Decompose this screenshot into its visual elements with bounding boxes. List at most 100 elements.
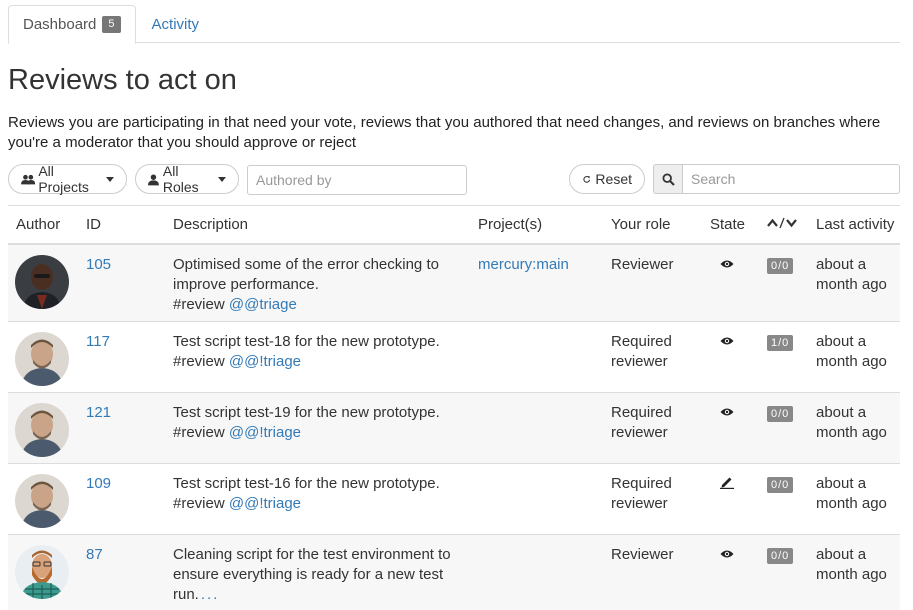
review-id-link[interactable]: 117 <box>86 333 110 350</box>
author-cell <box>8 244 78 322</box>
review-id-link[interactable]: 109 <box>86 475 111 492</box>
votes-badge: 0/0 <box>767 406 794 422</box>
role-cell: Reviewer <box>603 535 702 610</box>
description-text: Test script test-16 for the new prototyp… <box>173 475 440 492</box>
last-activity-cell: about a month ago <box>808 393 900 464</box>
table-row[interactable]: 121 Test script test-19 for the new prot… <box>8 392 900 464</box>
page-title: Reviews to act on <box>8 64 237 96</box>
mention-link[interactable]: @@triage <box>229 296 297 313</box>
reviews-table: Author ID Description Project(s) Your ro… <box>8 205 900 610</box>
role-text: reviewer <box>611 495 668 512</box>
roles-filter-button[interactable]: All Roles <box>135 163 239 195</box>
review-id-link[interactable]: 87 <box>86 546 103 563</box>
activity-text: month ago <box>816 495 887 512</box>
description-text: run. <box>173 586 199 603</box>
description-cell: Test script test-18 for the new prototyp… <box>165 322 470 393</box>
description-text: Test script test-19 for the new prototyp… <box>173 404 440 421</box>
review-tag: #review <box>173 424 225 441</box>
activity-text: about a <box>816 255 867 273</box>
table-header-row: Author ID Description Project(s) Your ro… <box>8 205 900 245</box>
description-text: Test script test-18 for the new prototyp… <box>173 333 440 350</box>
votes-badge: 0/0 <box>767 257 794 274</box>
description-cell: Test script test-19 for the new prototyp… <box>165 393 470 464</box>
column-header-votes[interactable] <box>759 205 808 245</box>
description-text: Optimised some of the error checking to <box>173 255 439 273</box>
activity-text: about a <box>816 333 867 350</box>
chevron-down-icon <box>106 176 114 182</box>
table-row[interactable]: 105 Optimised some of the error checking… <box>8 243 900 322</box>
role-text: Required <box>611 475 672 492</box>
role-text: reviewer <box>611 424 668 441</box>
activity-text: about a <box>816 475 867 492</box>
eye-icon <box>720 260 734 267</box>
votes-badge: 1/0 <box>767 335 794 351</box>
search-placeholder: Search <box>691 171 736 187</box>
tab-bar: Dashboard 5 Activity <box>8 5 900 44</box>
table-row[interactable]: 117 Test script test-18 for the new prot… <box>8 321 900 393</box>
column-header-state[interactable]: State <box>702 205 759 245</box>
tab-dashboard[interactable]: Dashboard 5 <box>8 5 136 44</box>
project-cell <box>470 393 603 464</box>
avatar[interactable] <box>15 403 69 457</box>
table-row[interactable]: 87 Cleaning script for the test environm… <box>8 534 900 610</box>
column-header-last-activity[interactable]: Last activity <box>808 205 900 245</box>
expand-description-link[interactable]: ... <box>201 586 220 603</box>
avatar[interactable] <box>15 332 69 386</box>
role-text: reviewer <box>611 353 668 370</box>
dashboard-count-badge: 5 <box>102 16 121 33</box>
author-cell <box>8 464 78 535</box>
pencil-icon <box>720 477 734 489</box>
mention-link[interactable]: @@!triage <box>229 424 301 441</box>
reset-button[interactable]: Reset <box>569 164 645 194</box>
role-cell: Required reviewer <box>603 393 702 464</box>
project-link[interactable]: mercury:main <box>478 256 569 273</box>
role-cell: Reviewer <box>603 244 702 322</box>
author-cell <box>8 535 78 610</box>
tab-activity[interactable]: Activity <box>138 5 214 43</box>
search-addon <box>653 164 683 194</box>
review-tag: #review <box>173 295 225 313</box>
mention-link[interactable]: @@!triage <box>229 353 301 370</box>
search-input[interactable]: Search <box>682 164 900 194</box>
review-id-link[interactable]: 105 <box>86 256 111 273</box>
description-text: ensure everything is ready for a new tes… <box>173 566 444 583</box>
authored-by-placeholder: Authored by <box>256 172 332 188</box>
column-header-description[interactable]: Description <box>165 205 470 245</box>
column-header-author[interactable]: Author <box>8 205 78 245</box>
refresh-icon <box>583 175 591 183</box>
authored-by-input[interactable]: Authored by <box>247 165 467 195</box>
eye-icon <box>720 337 734 345</box>
last-activity-cell: about a month ago <box>808 464 900 535</box>
column-header-role[interactable]: Your role <box>603 205 702 245</box>
last-activity-cell: about a month ago <box>808 535 900 610</box>
chevron-down-icon <box>218 176 226 182</box>
review-tag: #review <box>173 495 225 512</box>
review-tag: #review <box>173 353 225 370</box>
mention-link[interactable]: @@!triage <box>229 495 301 512</box>
vote-up-down-icon <box>767 217 797 228</box>
avatar[interactable] <box>15 545 69 599</box>
projects-filter-label: All Projects <box>38 163 89 195</box>
role-text: Reviewer <box>611 546 674 563</box>
page-intro: Reviews you are participating in that ne… <box>8 114 881 151</box>
votes-badge: 0/0 <box>767 477 794 493</box>
eye-icon <box>720 550 734 558</box>
user-icon <box>148 174 159 185</box>
reset-label: Reset <box>595 171 632 187</box>
author-cell <box>8 393 78 464</box>
users-icon <box>21 174 36 184</box>
avatar[interactable] <box>15 474 69 528</box>
table-row[interactable]: 109 Test script test-16 for the new prot… <box>8 463 900 535</box>
activity-text: about a <box>816 404 867 421</box>
column-header-projects[interactable]: Project(s) <box>470 205 603 245</box>
last-activity-cell: about a month ago <box>808 244 900 322</box>
review-id-link[interactable]: 121 <box>86 404 111 421</box>
search-icon <box>662 172 675 186</box>
description-text: improve performance. <box>173 275 319 293</box>
avatar[interactable] <box>15 254 69 309</box>
activity-text: month ago <box>816 566 887 583</box>
role-text: Reviewer <box>611 255 674 273</box>
projects-filter-button[interactable]: All Projects <box>8 163 127 195</box>
column-header-id[interactable]: ID <box>78 205 165 245</box>
author-cell <box>8 322 78 393</box>
